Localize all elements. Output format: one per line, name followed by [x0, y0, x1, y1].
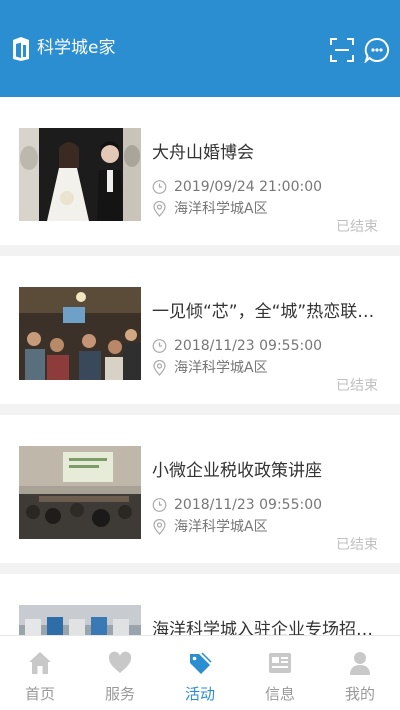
tab-profile[interactable]: 我的: [320, 636, 400, 710]
clock-icon: [152, 339, 167, 353]
tab-home[interactable]: 首页: [0, 636, 80, 710]
event-status: 已结束: [336, 219, 378, 235]
event-image: [19, 605, 141, 635]
location-pin-icon: [153, 360, 166, 376]
event-title: 小微企业税收政策讲座: [152, 461, 322, 481]
event-title: 大舟山婚博会: [152, 143, 254, 163]
event-time-text: 2019/09/24 21:00:00: [174, 179, 323, 195]
tag-icon: [190, 652, 212, 674]
event-image: [19, 128, 141, 221]
location-pin-icon: [153, 519, 166, 535]
person-icon: [350, 652, 370, 675]
tab-services[interactable]: 服务: [80, 636, 160, 710]
event-location-text: 海洋科学城A区: [174, 201, 268, 217]
app-header: 科学城e家: [0, 0, 400, 97]
tab-label: 活动: [184, 685, 215, 703]
message-icon[interactable]: [364, 37, 390, 63]
heart-icon: [108, 651, 132, 673]
location-pin-icon: [153, 201, 166, 217]
tab-label: 首页: [24, 685, 55, 703]
news-icon: [269, 653, 291, 673]
event-card[interactable]: 一见倾“芯”，全“城”热恋联谊会 2018/11/23 09:55:00 海洋科…: [0, 256, 400, 404]
event-location-text: 海洋科学城A区: [174, 519, 268, 535]
logo-icon: [13, 37, 29, 61]
tab-information[interactable]: 信息: [240, 636, 320, 710]
event-time-text: 2018/11/23 09:55:00: [174, 497, 323, 513]
event-card[interactable]: 小微企业税收政策讲座 2018/11/23 09:55:00 海洋科学城A区 已…: [0, 415, 400, 563]
event-location-text: 海洋科学城A区: [174, 360, 268, 376]
tab-label: 服务: [104, 685, 135, 703]
event-image: [19, 446, 141, 539]
event-time-text: 2018/11/23 09:55:00: [174, 338, 323, 354]
app-title: 科学城e家: [37, 38, 116, 58]
tab-label: 我的: [344, 685, 375, 703]
event-card[interactable]: 大舟山婚博会 2019/09/24 21:00:00 海洋科学城A区 已结束: [0, 97, 400, 245]
event-title: 一见倾“芯”，全“城”热恋联谊会: [152, 302, 384, 322]
scan-icon[interactable]: [329, 37, 355, 63]
tab-label: 信息: [264, 685, 295, 703]
clock-icon: [152, 180, 167, 194]
event-status: 已结束: [336, 378, 378, 394]
home-icon: [29, 652, 51, 674]
tab-activities[interactable]: 活动: [160, 636, 240, 710]
event-status: 已结束: [336, 537, 378, 553]
event-card[interactable]: 海洋科学城入驻企业专场招聘会: [0, 574, 400, 635]
bottom-tab-bar: 首页 服务 活动 信息 我的: [0, 635, 400, 710]
event-title: 海洋科学城入驻企业专场招聘会: [152, 620, 384, 635]
event-image: [19, 287, 141, 380]
event-list[interactable]: 大舟山婚博会 2019/09/24 21:00:00 海洋科学城A区 已结束 一…: [0, 97, 400, 635]
clock-icon: [152, 498, 167, 512]
